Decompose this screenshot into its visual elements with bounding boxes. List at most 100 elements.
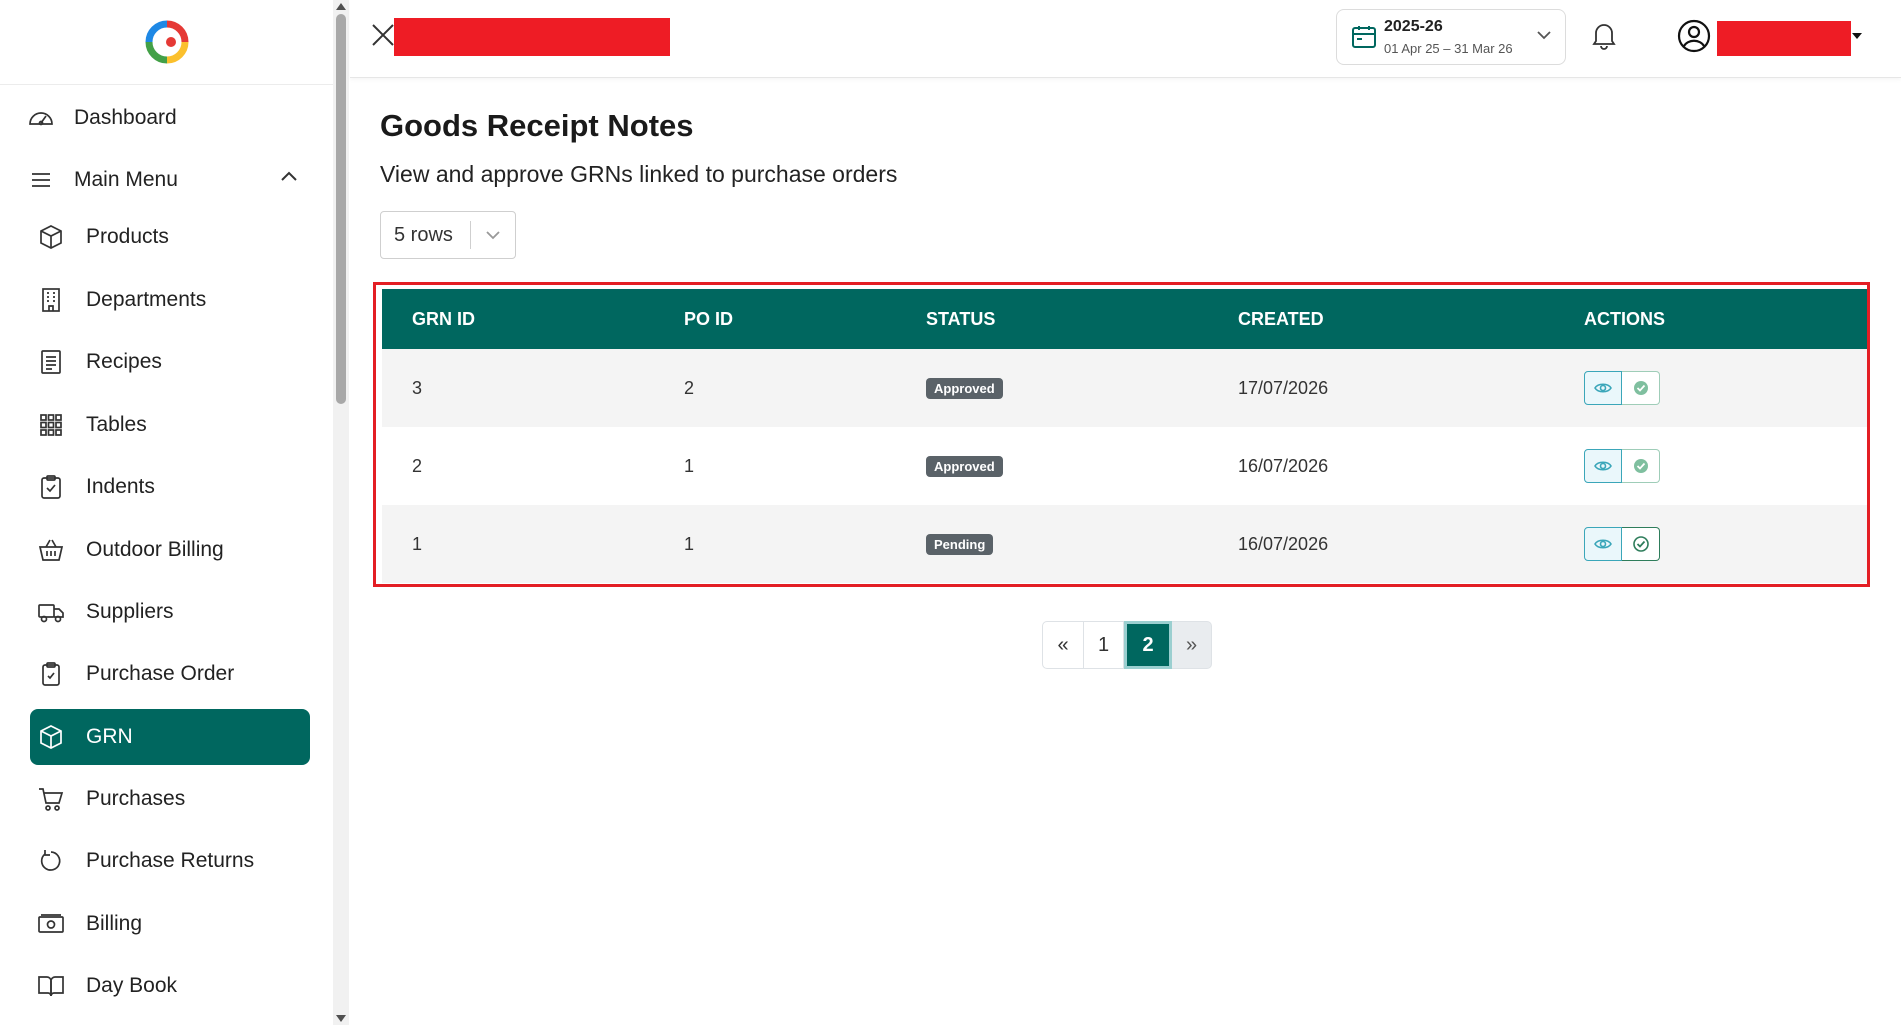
cell-po-id: 1 xyxy=(684,533,695,554)
calendar-icon xyxy=(1351,24,1377,50)
sidebar-item-label: GRN xyxy=(86,725,133,748)
table-header-row: GRN ID PO ID STATUS CREATED ACTIONS xyxy=(382,289,1867,349)
sidebar-item-products[interactable]: Products xyxy=(36,209,169,265)
cell-actions xyxy=(1554,505,1867,583)
sidebar-item-recipes[interactable]: Recipes xyxy=(36,334,162,390)
sidebar-item-label: Purchase Returns xyxy=(86,849,255,872)
list-document-icon xyxy=(36,347,66,377)
chevron-down-icon xyxy=(1535,26,1555,46)
view-button[interactable] xyxy=(1584,449,1622,483)
box-icon xyxy=(36,722,66,752)
fiscal-year-range: 01 Apr 25 – 31 Mar 26 xyxy=(1384,41,1513,56)
sidebar-item-purchase-returns[interactable]: Purchase Returns xyxy=(36,833,254,889)
cell-actions xyxy=(1554,427,1867,505)
cell-actions xyxy=(1554,349,1867,427)
table-row: 3 2 Approved 17/07/2026 xyxy=(382,349,1867,427)
sidebar-item-billing[interactable]: Billing xyxy=(36,896,142,952)
app-logo xyxy=(145,20,189,64)
column-header-created[interactable]: CREATED xyxy=(1208,289,1554,349)
sidebar-scrollbar-thumb[interactable] xyxy=(336,14,346,404)
clipboard-check-icon xyxy=(36,659,66,689)
sidebar-item-label: Outdoor Billing xyxy=(86,538,224,561)
check-circle-icon xyxy=(1633,381,1648,395)
sidebar-item-label: Suppliers xyxy=(86,600,174,623)
sidebar-item-label: Departments xyxy=(86,288,207,311)
sidebar-item-dashboard[interactable]: Dashboard xyxy=(26,90,177,146)
sidebar-item-purchase-order[interactable]: Purchase Order xyxy=(36,646,234,702)
column-header-grn-id[interactable]: GRN ID xyxy=(382,289,654,349)
cell-grn-id: 1 xyxy=(412,533,423,554)
sidebar-item-label: Indents xyxy=(86,475,155,498)
view-button[interactable] xyxy=(1584,371,1622,405)
sidebar-item-label: Tables xyxy=(86,413,147,436)
sidebar: Dashboard Main Menu Products Departments… xyxy=(0,0,334,1025)
approve-button-disabled[interactable] xyxy=(1622,371,1660,405)
eye-icon xyxy=(1594,539,1612,549)
sidebar-item-label: Day Book xyxy=(86,974,178,997)
logo-area xyxy=(0,0,334,85)
pagination-page-1[interactable]: 1 xyxy=(1084,621,1124,669)
column-header-status[interactable]: STATUS xyxy=(896,289,1208,349)
rows-per-page-value: 5 rows xyxy=(394,223,453,246)
sidebar-item-day-book[interactable]: Day Book xyxy=(36,958,177,1014)
pagination-page-2-current[interactable]: 2 xyxy=(1124,621,1172,669)
box-icon xyxy=(36,222,66,252)
status-badge: Approved xyxy=(926,378,1003,399)
bell-icon[interactable] xyxy=(1590,20,1620,52)
menu-icon xyxy=(26,165,56,195)
pagination-prev[interactable]: « xyxy=(1042,621,1084,669)
building-icon xyxy=(36,285,66,315)
sidebar-item-indents[interactable]: Indents xyxy=(36,459,155,515)
sidebar-item-outdoor-billing[interactable]: Outdoor Billing xyxy=(36,522,224,578)
sidebar-item-grn[interactable]: GRN xyxy=(30,709,310,765)
redacted-company-name xyxy=(394,18,670,56)
rows-per-page-select[interactable]: 5 rows xyxy=(380,211,516,259)
approve-button[interactable] xyxy=(1622,527,1660,561)
check-circle-icon xyxy=(1633,459,1648,473)
scroll-up-arrow[interactable] xyxy=(334,0,348,12)
speedometer-icon xyxy=(26,103,56,133)
cell-status: Approved xyxy=(896,427,1208,505)
sidebar-item-label: Main Menu xyxy=(74,168,178,191)
grn-table: GRN ID PO ID STATUS CREATED ACTIONS 3 2 … xyxy=(382,289,1867,583)
chevron-down-icon xyxy=(471,226,515,244)
column-header-po-id[interactable]: PO ID xyxy=(654,289,896,349)
cell-created: 17/07/2026 xyxy=(1238,377,1329,398)
clipboard-icon xyxy=(36,472,66,502)
pagination-next[interactable]: » xyxy=(1172,621,1212,669)
grid-icon xyxy=(36,410,66,440)
sidebar-item-label: Recipes xyxy=(86,350,162,373)
triangle-down-icon xyxy=(336,1014,346,1022)
action-buttons xyxy=(1584,371,1660,405)
sidebar-item-purchases[interactable]: Purchases xyxy=(36,771,185,827)
action-buttons xyxy=(1584,527,1660,561)
book-icon xyxy=(36,971,66,1001)
sidebar-item-suppliers[interactable]: Suppliers xyxy=(36,584,174,640)
sidebar-item-label: Purchases xyxy=(86,787,186,810)
cell-po-id: 2 xyxy=(684,377,695,398)
table-row: 2 1 Approved 16/07/2026 xyxy=(382,427,1867,505)
sidebar-item-label: Purchase Order xyxy=(86,662,235,685)
truck-icon xyxy=(36,597,66,627)
sidebar-item-tables[interactable]: Tables xyxy=(36,397,147,453)
cell-grn-id: 2 xyxy=(412,455,423,476)
cell-created: 16/07/2026 xyxy=(1238,533,1329,554)
user-avatar-icon[interactable] xyxy=(1677,19,1711,53)
basket-icon xyxy=(36,535,66,565)
sidebar-item-main-menu[interactable]: Main Menu xyxy=(26,152,178,208)
caret-down-icon[interactable] xyxy=(1852,33,1862,39)
scroll-down-arrow[interactable] xyxy=(334,1012,348,1024)
status-badge: Approved xyxy=(926,456,1003,477)
eye-icon xyxy=(1594,461,1612,471)
page-subtitle: View and approve GRNs linked to purchase… xyxy=(380,161,898,187)
redacted-user-name[interactable] xyxy=(1717,21,1851,56)
cart-icon xyxy=(36,784,66,814)
view-button[interactable] xyxy=(1584,527,1622,561)
grn-table-highlight: GRN ID PO ID STATUS CREATED ACTIONS 3 2 … xyxy=(373,282,1870,587)
sidebar-item-departments[interactable]: Departments xyxy=(36,272,206,328)
approve-button-disabled[interactable] xyxy=(1622,449,1660,483)
chevron-up-icon[interactable] xyxy=(278,166,302,190)
sidebar-item-label: Billing xyxy=(86,912,143,935)
fiscal-year-selector[interactable]: 2025-26 01 Apr 25 – 31 Mar 26 xyxy=(1336,9,1566,65)
cell-status: Pending xyxy=(896,505,1208,583)
